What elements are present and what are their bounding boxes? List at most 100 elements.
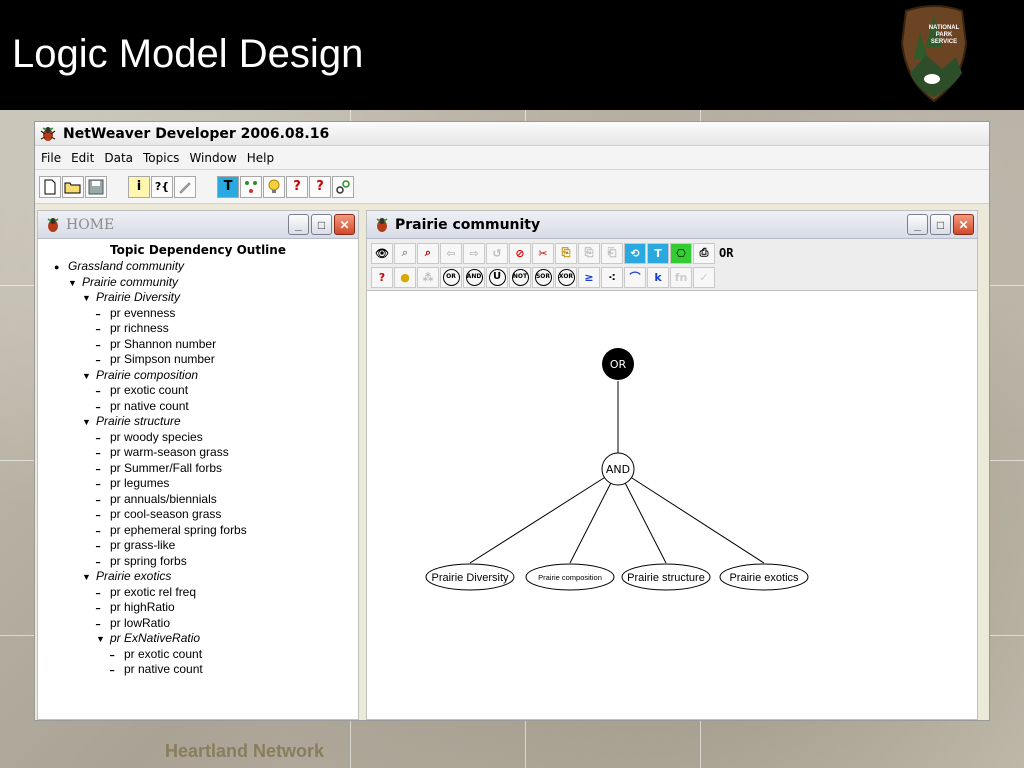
node-tree-button[interactable]: ⁂: [417, 266, 439, 288]
outline-item[interactable]: ━ pr Shannon number: [54, 337, 358, 353]
topic-button[interactable]: T: [217, 175, 239, 198]
bulb-button[interactable]: [263, 175, 285, 198]
help-button[interactable]: ?: [309, 175, 331, 198]
export-button[interactable]: ⎔: [670, 242, 692, 264]
outline-item[interactable]: ━ pr highRatio: [54, 600, 358, 616]
bulb-button[interactable]: ●: [394, 266, 416, 288]
function-button[interactable]: fn: [670, 266, 692, 288]
outline-item[interactable]: ━ pr warm-season grass: [54, 445, 358, 461]
outline-item[interactable]: ▼ Prairie exotics: [54, 569, 358, 585]
outline-item[interactable]: ━ pr exotic count: [54, 383, 358, 399]
outline-item[interactable]: ▼ pr ExNativeRatio: [54, 631, 358, 647]
or-node[interactable]: OR: [602, 348, 634, 380]
minimize-button[interactable]: _: [907, 214, 928, 235]
outline-item[interactable]: ▼ Prairie structure: [54, 414, 358, 430]
save-button[interactable]: [85, 175, 107, 198]
greater-equal-button[interactable]: ≥: [578, 266, 600, 288]
outline-item[interactable]: ━ pr native count: [54, 662, 358, 678]
paste-node-button[interactable]: ⎘: [555, 242, 577, 264]
expand-triangle-icon[interactable]: ▼: [68, 276, 82, 292]
topic-info-button[interactable]: ?{: [151, 175, 173, 198]
outline-item[interactable]: ━ pr woody species: [54, 430, 358, 446]
back-button[interactable]: ⇦: [440, 242, 462, 264]
expand-triangle-icon[interactable]: ▼: [82, 291, 96, 307]
view-button[interactable]: 👁: [371, 242, 393, 264]
xor-operator-button[interactable]: XOR: [555, 266, 577, 288]
zoom-button[interactable]: ⌕: [394, 242, 416, 264]
open-folder-button[interactable]: [62, 175, 84, 198]
outline-item[interactable]: ━ pr legumes: [54, 476, 358, 492]
expand-triangle-icon[interactable]: ▼: [82, 369, 96, 385]
pencil-button[interactable]: [174, 175, 196, 198]
menu-data[interactable]: Data: [102, 151, 139, 165]
new-file-button[interactable]: [39, 175, 61, 198]
save-icon: [88, 179, 104, 194]
paste-button[interactable]: ⎗: [601, 242, 623, 264]
zoom-out-icon: ⌕: [424, 246, 432, 259]
outline-item[interactable]: ▼ Prairie composition: [54, 368, 358, 384]
outline-item[interactable]: ━ pr cool-season grass: [54, 507, 358, 523]
close-button[interactable]: ✕: [953, 214, 974, 235]
maximize-button[interactable]: □: [930, 214, 951, 235]
outline-item[interactable]: ━ pr annuals/biennials: [54, 492, 358, 508]
outline-item[interactable]: ▼ Prairie Diversity: [54, 290, 358, 306]
outline-item[interactable]: ● Grassland community: [54, 259, 358, 275]
cut-button[interactable]: ✂: [532, 242, 554, 264]
and-operator-button[interactable]: AND: [463, 266, 485, 288]
outline-item[interactable]: ━ pr exotic count: [54, 647, 358, 663]
topic-node-button[interactable]: T: [647, 242, 669, 264]
outline-item-label: pr warm-season grass: [110, 445, 229, 459]
minimize-button[interactable]: _: [288, 214, 309, 235]
and-node[interactable]: AND: [601, 452, 635, 486]
print-button[interactable]: ⎙: [693, 242, 715, 264]
leaf-node-exotics[interactable]: Prairie exotics: [719, 563, 809, 591]
expand-triangle-icon[interactable]: ▼: [82, 570, 96, 586]
sor-operator-button[interactable]: SOR: [532, 266, 554, 288]
undo-button[interactable]: ↺: [486, 242, 508, 264]
close-button[interactable]: ✕: [334, 214, 355, 235]
menu-help[interactable]: Help: [245, 151, 280, 165]
menu-window[interactable]: Window: [187, 151, 242, 165]
outline-item[interactable]: ━ pr Summer/Fall forbs: [54, 461, 358, 477]
no-button[interactable]: ⊘: [509, 242, 531, 264]
curve-button[interactable]: ⌒: [624, 266, 646, 288]
outline-item-label: Prairie community: [82, 274, 179, 289]
constant-button[interactable]: k: [647, 266, 669, 288]
not-operator-button[interactable]: NOT: [509, 266, 531, 288]
info-button[interactable]: i: [128, 175, 150, 198]
menu-edit[interactable]: Edit: [69, 151, 100, 165]
node-tree-button[interactable]: [240, 175, 262, 198]
link-help-button[interactable]: [332, 175, 354, 198]
expand-triangle-icon[interactable]: ▼: [96, 632, 110, 648]
node-tree-icon: [245, 180, 257, 193]
leaf-node-structure[interactable]: Prairie structure: [621, 563, 711, 591]
outline-item[interactable]: ━ pr ephemeral spring forbs: [54, 523, 358, 539]
outline-item-label: pr lowRatio: [110, 615, 171, 630]
forward-button[interactable]: ⇨: [463, 242, 485, 264]
outline-item[interactable]: ━ pr spring forbs: [54, 554, 358, 570]
leaf-node-diversity[interactable]: Prairie Diversity: [425, 563, 515, 591]
outline-item[interactable]: ━ pr native count: [54, 399, 358, 415]
outline-item[interactable]: ▼ Prairie community: [54, 275, 358, 291]
outline-item[interactable]: ━ pr lowRatio: [54, 616, 358, 632]
outline-item[interactable]: ━ pr Simpson number: [54, 352, 358, 368]
outline-item[interactable]: ━ pr richness: [54, 321, 358, 337]
leaf-node-composition[interactable]: Prairie composition: [525, 563, 615, 591]
outline-item[interactable]: ━ pr evenness: [54, 306, 358, 322]
outline-item[interactable]: ━ pr grass-like: [54, 538, 358, 554]
union-operator-button[interactable]: U: [486, 266, 508, 288]
question-arrow-button[interactable]: ?: [286, 175, 308, 198]
check-button[interactable]: ✓: [693, 266, 715, 288]
menu-topics[interactable]: Topics: [141, 151, 185, 165]
topic-info-icon: ?{: [154, 180, 170, 193]
outline-item[interactable]: ━ pr exotic rel freq: [54, 585, 358, 601]
refresh-button[interactable]: ⟲: [624, 242, 646, 264]
help-button[interactable]: ?: [371, 266, 393, 288]
or-operator-button[interactable]: OR: [440, 266, 462, 288]
scatter-button[interactable]: ⁖: [601, 266, 623, 288]
zoom-out-button[interactable]: ⌕: [417, 242, 439, 264]
expand-triangle-icon[interactable]: ▼: [82, 415, 96, 431]
maximize-button[interactable]: □: [311, 214, 332, 235]
menu-file[interactable]: File: [39, 151, 67, 165]
copy-button[interactable]: ⎘: [578, 242, 600, 264]
